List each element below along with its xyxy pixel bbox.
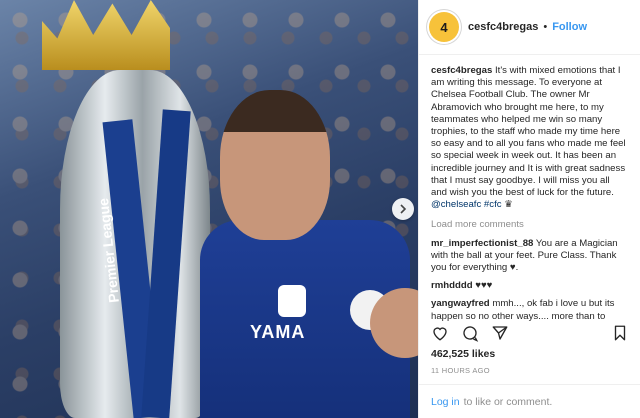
caption-tags[interactable]: @chelseafc #cfc xyxy=(431,199,502,210)
comment-username[interactable]: mr_imperfectionist_88 xyxy=(431,238,533,249)
load-more-comments-link[interactable]: Load more comments xyxy=(431,219,628,231)
comments-section: cesfc4bregas It's with mixed emotions th… xyxy=(419,55,640,323)
caption-username[interactable]: cesfc4bregas xyxy=(431,65,492,76)
comment-item: yangwayfred mmh..., ok fab i love u but … xyxy=(431,298,628,322)
comment-icon[interactable] xyxy=(461,324,479,342)
player-head xyxy=(220,90,330,240)
caption-emoji: ♛ xyxy=(504,199,513,211)
header-username[interactable]: cesfc4bregas xyxy=(468,21,538,33)
comment-item: mr_imperfectionist_88 You are a Magician… xyxy=(431,238,628,275)
header-separator: • xyxy=(543,21,548,33)
likes-count[interactable]: 462,525 likes xyxy=(431,348,495,360)
comment-username[interactable]: yangwayfred xyxy=(431,298,490,309)
post-side-panel: 4 cesfc4bregas • Follow cesfc4bregas It'… xyxy=(418,0,640,418)
post-header: 4 cesfc4bregas • Follow xyxy=(419,0,640,55)
club-badge xyxy=(278,285,306,317)
post-actions xyxy=(431,322,629,344)
comment-username[interactable]: rmhdddd xyxy=(431,280,473,291)
share-icon[interactable] xyxy=(491,324,509,342)
post-caption: cesfc4bregas It's with mixed emotions th… xyxy=(431,65,628,211)
login-prompt: Log in to like or comment. xyxy=(419,384,640,418)
follow-button[interactable]: Follow xyxy=(552,21,587,33)
bookmark-icon[interactable] xyxy=(611,324,629,342)
login-prompt-text: to like or comment. xyxy=(463,395,553,408)
player-figure: YAMA xyxy=(200,60,418,418)
avatar-label: 4 xyxy=(440,19,448,35)
post-photo[interactable]: Premier League YAMA xyxy=(0,0,418,418)
post-timestamp: 11 HOURS AGO xyxy=(431,366,490,375)
shirt-sponsor-text: YAMA xyxy=(250,322,306,342)
comment-item: rmhdddd ♥♥♥ xyxy=(431,280,628,292)
heart-icon[interactable] xyxy=(431,324,449,342)
login-link[interactable]: Log in xyxy=(431,396,460,408)
avatar[interactable]: 4 xyxy=(429,12,459,42)
instagram-post: Premier League YAMA 4 cesfc4bregas • Fol… xyxy=(0,0,640,418)
chevron-right-icon xyxy=(400,204,407,214)
next-photo-button[interactable] xyxy=(392,198,414,220)
comment-text: ♥♥♥ xyxy=(472,280,493,292)
caption-text: It's with mixed emotions that I am writi… xyxy=(431,65,626,199)
